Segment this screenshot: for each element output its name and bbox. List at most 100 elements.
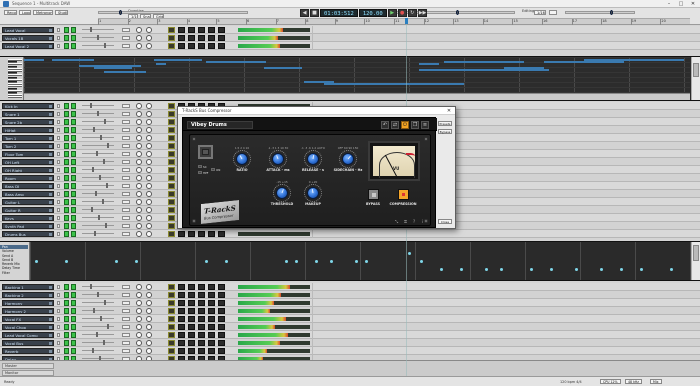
track-arm-icon[interactable] bbox=[49, 153, 52, 156]
track-mute-button[interactable] bbox=[64, 215, 69, 221]
track-solo-button[interactable] bbox=[71, 191, 76, 197]
track-solo-button[interactable] bbox=[71, 175, 76, 181]
track-mute-button[interactable] bbox=[64, 292, 69, 298]
track-mute-button[interactable] bbox=[64, 43, 69, 49]
track-pan-knob[interactable] bbox=[146, 316, 152, 322]
undo-icon[interactable]: ↶ bbox=[381, 121, 389, 129]
track-insert-slot[interactable] bbox=[168, 292, 175, 298]
track-insert-slot[interactable] bbox=[198, 284, 205, 290]
track-clip-area[interactable] bbox=[312, 323, 690, 331]
track-insert-slot[interactable] bbox=[188, 308, 195, 314]
track-insert-slot[interactable] bbox=[188, 300, 195, 306]
track-insert-slot[interactable] bbox=[168, 199, 175, 205]
track-input-select[interactable] bbox=[122, 152, 130, 156]
track-solo-button[interactable] bbox=[71, 332, 76, 338]
track-insert-slot[interactable] bbox=[178, 316, 185, 322]
menu-button-metronome[interactable]: Metronome bbox=[33, 10, 53, 15]
track-insert-slot[interactable] bbox=[168, 340, 175, 346]
track-name[interactable]: Tom 2 bbox=[2, 143, 54, 149]
track-volume-fader[interactable] bbox=[82, 175, 114, 180]
track-insert-slot[interactable] bbox=[198, 332, 205, 338]
track-insert-slot[interactable] bbox=[218, 231, 225, 237]
fader-knob[interactable] bbox=[102, 199, 104, 204]
track-clip-area[interactable] bbox=[312, 42, 690, 50]
stop-button[interactable]: ■ bbox=[310, 9, 319, 17]
track-insert-slot[interactable] bbox=[168, 207, 175, 213]
track-input-select[interactable] bbox=[122, 128, 130, 132]
track-gain-knob[interactable] bbox=[136, 183, 142, 189]
track-pan-knob[interactable] bbox=[146, 43, 152, 49]
automation-point[interactable] bbox=[205, 260, 208, 263]
track-insert-slot[interactable] bbox=[178, 332, 185, 338]
track-insert-slot[interactable] bbox=[188, 324, 195, 330]
track-insert-slot[interactable] bbox=[218, 35, 225, 41]
track-solo-button[interactable] bbox=[71, 324, 76, 330]
track-volume-fader[interactable] bbox=[82, 292, 114, 297]
track-insert-slot[interactable] bbox=[188, 316, 195, 322]
track-name[interactable]: HiHat bbox=[2, 127, 54, 133]
automation-point[interactable] bbox=[315, 260, 318, 263]
track-clip-area[interactable] bbox=[312, 339, 690, 347]
track-insert-slot[interactable] bbox=[208, 292, 215, 298]
track-gain-knob[interactable] bbox=[136, 300, 142, 306]
track-insert-slot[interactable] bbox=[168, 348, 175, 354]
track-pan-knob[interactable] bbox=[146, 127, 152, 133]
track-mute-button[interactable] bbox=[64, 35, 69, 41]
track-mute-button[interactable] bbox=[64, 231, 69, 237]
track-arm-icon[interactable] bbox=[49, 185, 52, 188]
track-volume-fader[interactable] bbox=[82, 143, 114, 148]
track-insert-slot[interactable] bbox=[208, 27, 215, 33]
track-arm-icon[interactable] bbox=[49, 121, 52, 124]
track-mute-button[interactable] bbox=[64, 159, 69, 165]
knob-threshold[interactable] bbox=[276, 187, 288, 199]
track-arm-icon[interactable] bbox=[49, 37, 52, 40]
menu-button-loop[interactable]: Loop bbox=[19, 10, 31, 15]
fader-knob[interactable] bbox=[103, 159, 105, 164]
master-track-name[interactable]: Master bbox=[2, 363, 54, 369]
plugin-close-button[interactable]: Close bbox=[438, 219, 452, 224]
automation-point[interactable] bbox=[365, 260, 368, 263]
track-mute-button[interactable] bbox=[64, 207, 69, 213]
track-input-select[interactable] bbox=[122, 317, 130, 321]
fader-knob[interactable] bbox=[100, 135, 102, 140]
track-mute-button[interactable] bbox=[64, 340, 69, 346]
automation-point[interactable] bbox=[530, 268, 533, 271]
track-insert-slot[interactable] bbox=[198, 35, 205, 41]
track-name[interactable]: Room bbox=[2, 175, 54, 181]
hpf-led[interactable] bbox=[198, 171, 202, 174]
samplerate-button[interactable]: 48 kHz bbox=[625, 379, 642, 384]
track-input-select[interactable] bbox=[122, 144, 130, 148]
track-gain-knob[interactable] bbox=[136, 127, 142, 133]
maximize-icon[interactable]: □ bbox=[676, 1, 686, 7]
track-gain-knob[interactable] bbox=[136, 27, 142, 33]
track-input-select[interactable] bbox=[122, 216, 130, 220]
track-volume-fader[interactable] bbox=[82, 308, 114, 313]
track-input-select[interactable] bbox=[122, 333, 130, 337]
automation-point[interactable] bbox=[500, 268, 503, 271]
track-volume-fader[interactable] bbox=[82, 111, 114, 116]
automation-param-list[interactable]: Pan Volume Send A Send B Reverb Mix Delay Tim… bbox=[0, 245, 28, 275]
track-insert-slot[interactable] bbox=[168, 143, 175, 149]
track-insert-slot[interactable] bbox=[208, 308, 215, 314]
track-insert-slot[interactable] bbox=[168, 223, 175, 229]
fader-knob[interactable] bbox=[93, 127, 95, 132]
track-solo-button[interactable] bbox=[71, 127, 76, 133]
track-volume-fader[interactable] bbox=[82, 223, 114, 228]
track-mute-button[interactable] bbox=[64, 308, 69, 314]
midi-note[interactable] bbox=[154, 59, 202, 61]
track-mute-button[interactable] bbox=[64, 135, 69, 141]
track-solo-button[interactable] bbox=[71, 135, 76, 141]
track-insert-slot[interactable] bbox=[218, 43, 225, 49]
track-arm-icon[interactable] bbox=[49, 350, 52, 353]
track-insert-slot[interactable] bbox=[198, 292, 205, 298]
track-insert-slot[interactable] bbox=[198, 316, 205, 322]
track-arm-icon[interactable] bbox=[49, 318, 52, 321]
track-name[interactable]: Bass DI bbox=[2, 183, 54, 189]
track-option-button[interactable] bbox=[57, 216, 60, 220]
track-name[interactable]: Guitar L bbox=[2, 199, 54, 205]
track-insert-slot[interactable] bbox=[198, 324, 205, 330]
track-option-button[interactable] bbox=[57, 309, 60, 313]
editing-value[interactable]: 1/16 bbox=[534, 10, 546, 15]
track-input-select[interactable] bbox=[122, 232, 130, 236]
fader-knob[interactable] bbox=[94, 231, 96, 236]
